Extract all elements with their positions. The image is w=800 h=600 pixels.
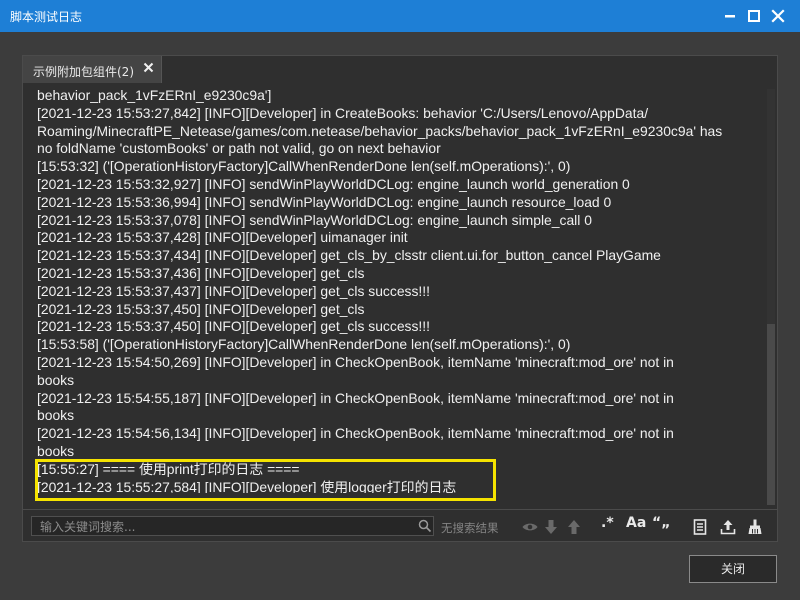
log-line: [15:53:58] ('[OperationHistoryFactory]Ca… xyxy=(37,336,571,353)
search-result-status: 无搜索结果 xyxy=(441,521,499,535)
regex-toggle[interactable]: .* xyxy=(601,515,623,533)
search-input[interactable] xyxy=(38,518,412,536)
title-bar: 脚本测试日志 xyxy=(0,0,800,32)
close-window-button[interactable] xyxy=(766,4,790,28)
export-log-button[interactable] xyxy=(719,518,737,536)
search-box[interactable] xyxy=(31,516,434,536)
maximize-icon xyxy=(748,10,760,22)
match-case-toggle[interactable]: Aa xyxy=(626,515,650,533)
search-bar: 无搜索结果 .* Aa “„ xyxy=(23,509,777,542)
log-line: no foldName 'customBooks' or path not va… xyxy=(37,140,441,157)
log-line: [2021-12-23 15:53:36,994] [INFO] sendWin… xyxy=(37,193,612,210)
window-title: 脚本测试日志 xyxy=(10,10,83,24)
arrow-down-icon xyxy=(545,520,557,534)
arrow-up-icon xyxy=(568,520,580,534)
log-line: [2021-12-23 15:53:37,078] [INFO] sendWin… xyxy=(37,211,592,228)
log-line: [2021-12-23 15:53:37,450] [INFO][Develop… xyxy=(37,318,431,335)
minimize-button[interactable] xyxy=(718,4,742,28)
eye-icon xyxy=(522,523,538,531)
whole-word-icon: “„ xyxy=(652,515,671,531)
clear-log-button[interactable] xyxy=(746,518,764,536)
log-line: [2021-12-23 15:54:56,134] [INFO][Develop… xyxy=(37,425,674,442)
highlight-box xyxy=(35,459,496,501)
tab-example-addon[interactable]: 示例附加包组件(2) xyxy=(23,56,162,83)
tab-close-icon[interactable] xyxy=(141,60,157,76)
log-scrollbar[interactable] xyxy=(767,89,775,505)
close-icon xyxy=(771,9,785,23)
log-line: [2021-12-23 15:53:32,927] [INFO] sendWin… xyxy=(37,175,630,192)
search-icon[interactable] xyxy=(418,519,432,533)
maximize-button[interactable] xyxy=(742,4,766,28)
log-line: [2021-12-23 15:53:27,842] [INFO][Develop… xyxy=(37,104,649,121)
match-case-icon: Aa xyxy=(626,515,647,531)
log-line: Roaming/MinecraftPE_Netease/games/com.ne… xyxy=(37,122,723,139)
log-line: [2021-12-23 15:53:37,436] [INFO][Develop… xyxy=(37,264,365,281)
document-icon xyxy=(693,519,707,535)
whole-word-toggle[interactable]: “„ xyxy=(652,515,674,533)
next-match-button[interactable] xyxy=(542,518,560,536)
log-line: [2021-12-23 15:53:37,428] [INFO][Develop… xyxy=(37,229,408,246)
close-button[interactable]: 关闭 xyxy=(689,555,777,583)
broom-icon xyxy=(748,519,762,534)
log-line: [2021-12-23 15:53:37,434] [INFO][Develop… xyxy=(37,247,661,264)
toggle-visibility-button[interactable] xyxy=(521,518,539,536)
regex-icon: .* xyxy=(601,515,614,531)
log-lines: behavior_pack_1vFzERnI_e9230c9a'] [2021-1… xyxy=(37,90,766,493)
minimize-icon xyxy=(725,15,735,18)
log-line: [2021-12-23 15:53:37,450] [INFO][Develop… xyxy=(37,300,365,317)
log-panel: 示例附加包组件(2) behavior_pack_1vFzERnI_e9230c… xyxy=(22,55,778,542)
log-line: [2021-12-23 15:53:37,437] [INFO][Develop… xyxy=(37,282,431,299)
log-line: behavior_pack_1vFzERnI_e9230c9a'] xyxy=(37,90,272,103)
previous-match-button[interactable] xyxy=(565,518,583,536)
log-line: books xyxy=(37,407,75,424)
log-line: [2021-12-23 15:54:50,269] [INFO][Develop… xyxy=(37,353,674,370)
log-line: [2021-12-23 15:54:55,187] [INFO][Develop… xyxy=(37,389,674,406)
log-output[interactable]: behavior_pack_1vFzERnI_e9230c9a'] [2021-1… xyxy=(37,90,766,493)
log-line: books xyxy=(37,371,75,388)
log-line: [15:53:32] ('[OperationHistoryFactory]Ca… xyxy=(37,158,571,175)
tab-label: 示例附加包组件(2) xyxy=(33,65,134,79)
upload-icon xyxy=(720,520,736,535)
copy-log-button[interactable] xyxy=(691,518,709,536)
scrollbar-thumb[interactable] xyxy=(767,324,775,505)
